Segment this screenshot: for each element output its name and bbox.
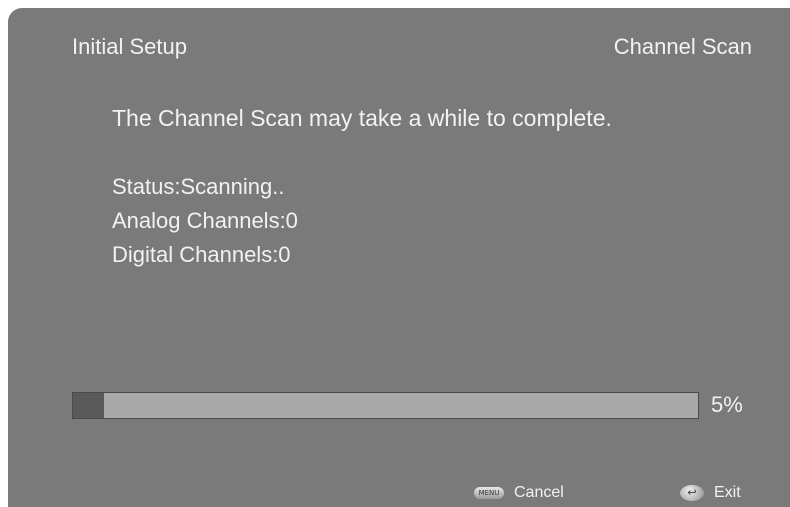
scan-progress-fill bbox=[73, 393, 105, 418]
cancel-button[interactable]: MENU Cancel bbox=[474, 484, 564, 502]
scan-status-list: Status:Scanning.. Analog Channels:0 Digi… bbox=[112, 170, 298, 272]
cancel-label: Cancel bbox=[514, 484, 564, 501]
exit-button[interactable]: ↩ Exit bbox=[680, 484, 741, 502]
return-arrow-icon: ↩ bbox=[680, 485, 704, 501]
scan-progress-bar bbox=[72, 392, 699, 419]
status-text: Status:Scanning.. bbox=[112, 174, 285, 199]
menu-key-icon: MENU bbox=[474, 487, 504, 499]
scan-progress-percent: 5% bbox=[711, 392, 743, 417]
scan-message: The Channel Scan may take a while to com… bbox=[112, 105, 612, 131]
exit-label: Exit bbox=[714, 484, 741, 501]
header-section-title: Channel Scan bbox=[613, 34, 752, 59]
analog-channels-count: Analog Channels:0 bbox=[112, 208, 298, 233]
header-title: Initial Setup bbox=[72, 34, 187, 59]
digital-channels-count: Digital Channels:0 bbox=[112, 242, 291, 267]
channel-scan-screen: Initial Setup Channel Scan The Channel S… bbox=[8, 8, 790, 507]
